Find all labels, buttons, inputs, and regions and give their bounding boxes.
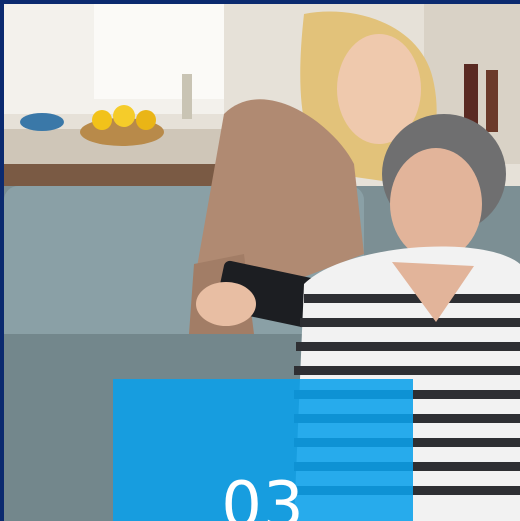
page-frame: 03 <box>0 0 520 521</box>
number-tile: 03 <box>113 379 413 521</box>
step-number: 03 <box>221 469 305 521</box>
